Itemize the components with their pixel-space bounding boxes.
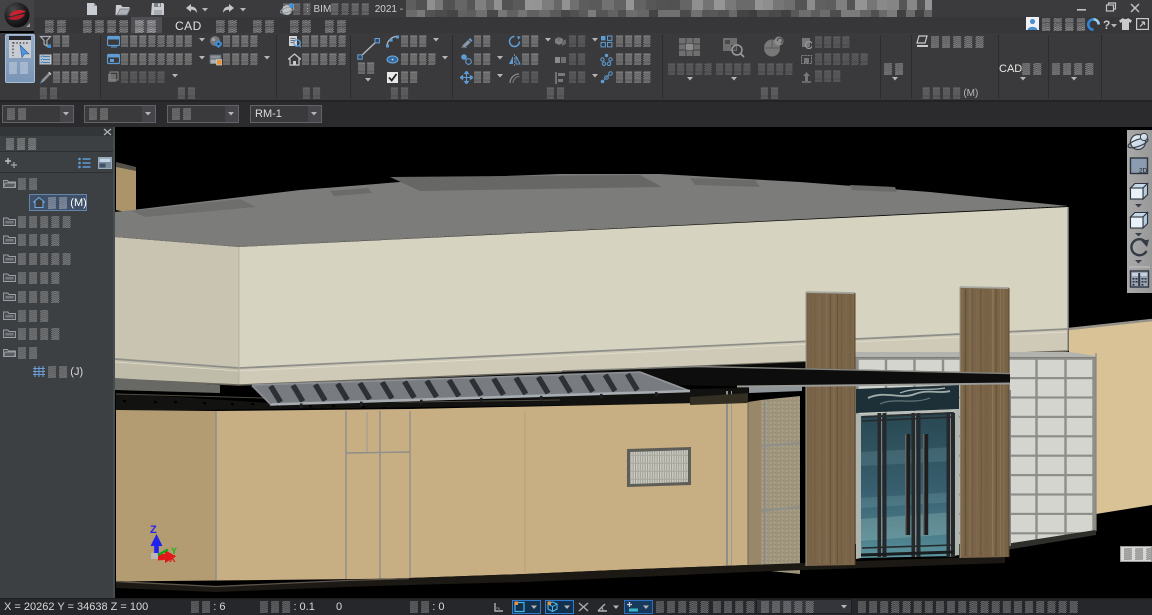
svg-text:2D: 2D bbox=[1139, 168, 1148, 175]
svg-text:Z: Z bbox=[150, 524, 157, 536]
svg-text:Y: Y bbox=[171, 546, 177, 556]
